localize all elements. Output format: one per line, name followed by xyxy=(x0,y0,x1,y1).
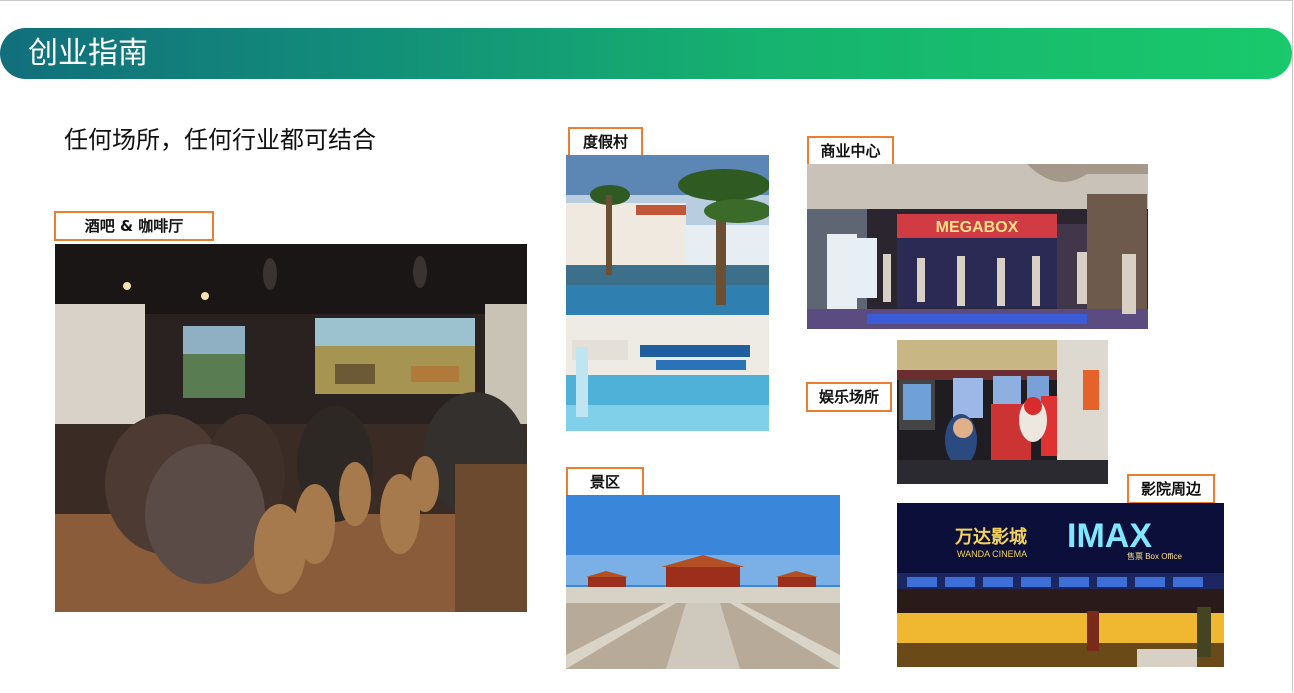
label-entertainment: 娱乐场所 xyxy=(806,382,892,412)
business-center-photo: MEGABOX xyxy=(807,164,1148,329)
label-scenic: 景区 xyxy=(566,467,644,497)
cinema-photo: 万达影城 WANDA CINEMA IMAX 售票 Box Office xyxy=(897,503,1224,667)
megabox-sign: MEGABOX xyxy=(936,219,1019,236)
entertainment-photo xyxy=(897,340,1108,484)
page-title: 创业指南 xyxy=(28,36,148,71)
imax-sign: IMAX xyxy=(1067,517,1152,555)
scenic-photo xyxy=(566,495,840,669)
bar-cafe-photo xyxy=(55,244,527,612)
subtitle: 任何场所，任何行业都可结合 xyxy=(64,126,376,154)
wanda-en-sign: WANDA CINEMA xyxy=(957,549,1027,559)
box-office-sign: 售票 Box Office xyxy=(1127,551,1183,561)
label-resort: 度假村 xyxy=(568,127,643,157)
label-bar-cafe: 酒吧 & 咖啡厅 xyxy=(54,211,214,241)
label-business-center: 商业中心 xyxy=(807,136,894,166)
header-banner: 创业指南 xyxy=(0,28,1292,79)
label-cinema: 影院周边 xyxy=(1127,474,1215,504)
wanda-sign: 万达影城 xyxy=(954,526,1027,547)
resort-photo xyxy=(566,155,769,431)
